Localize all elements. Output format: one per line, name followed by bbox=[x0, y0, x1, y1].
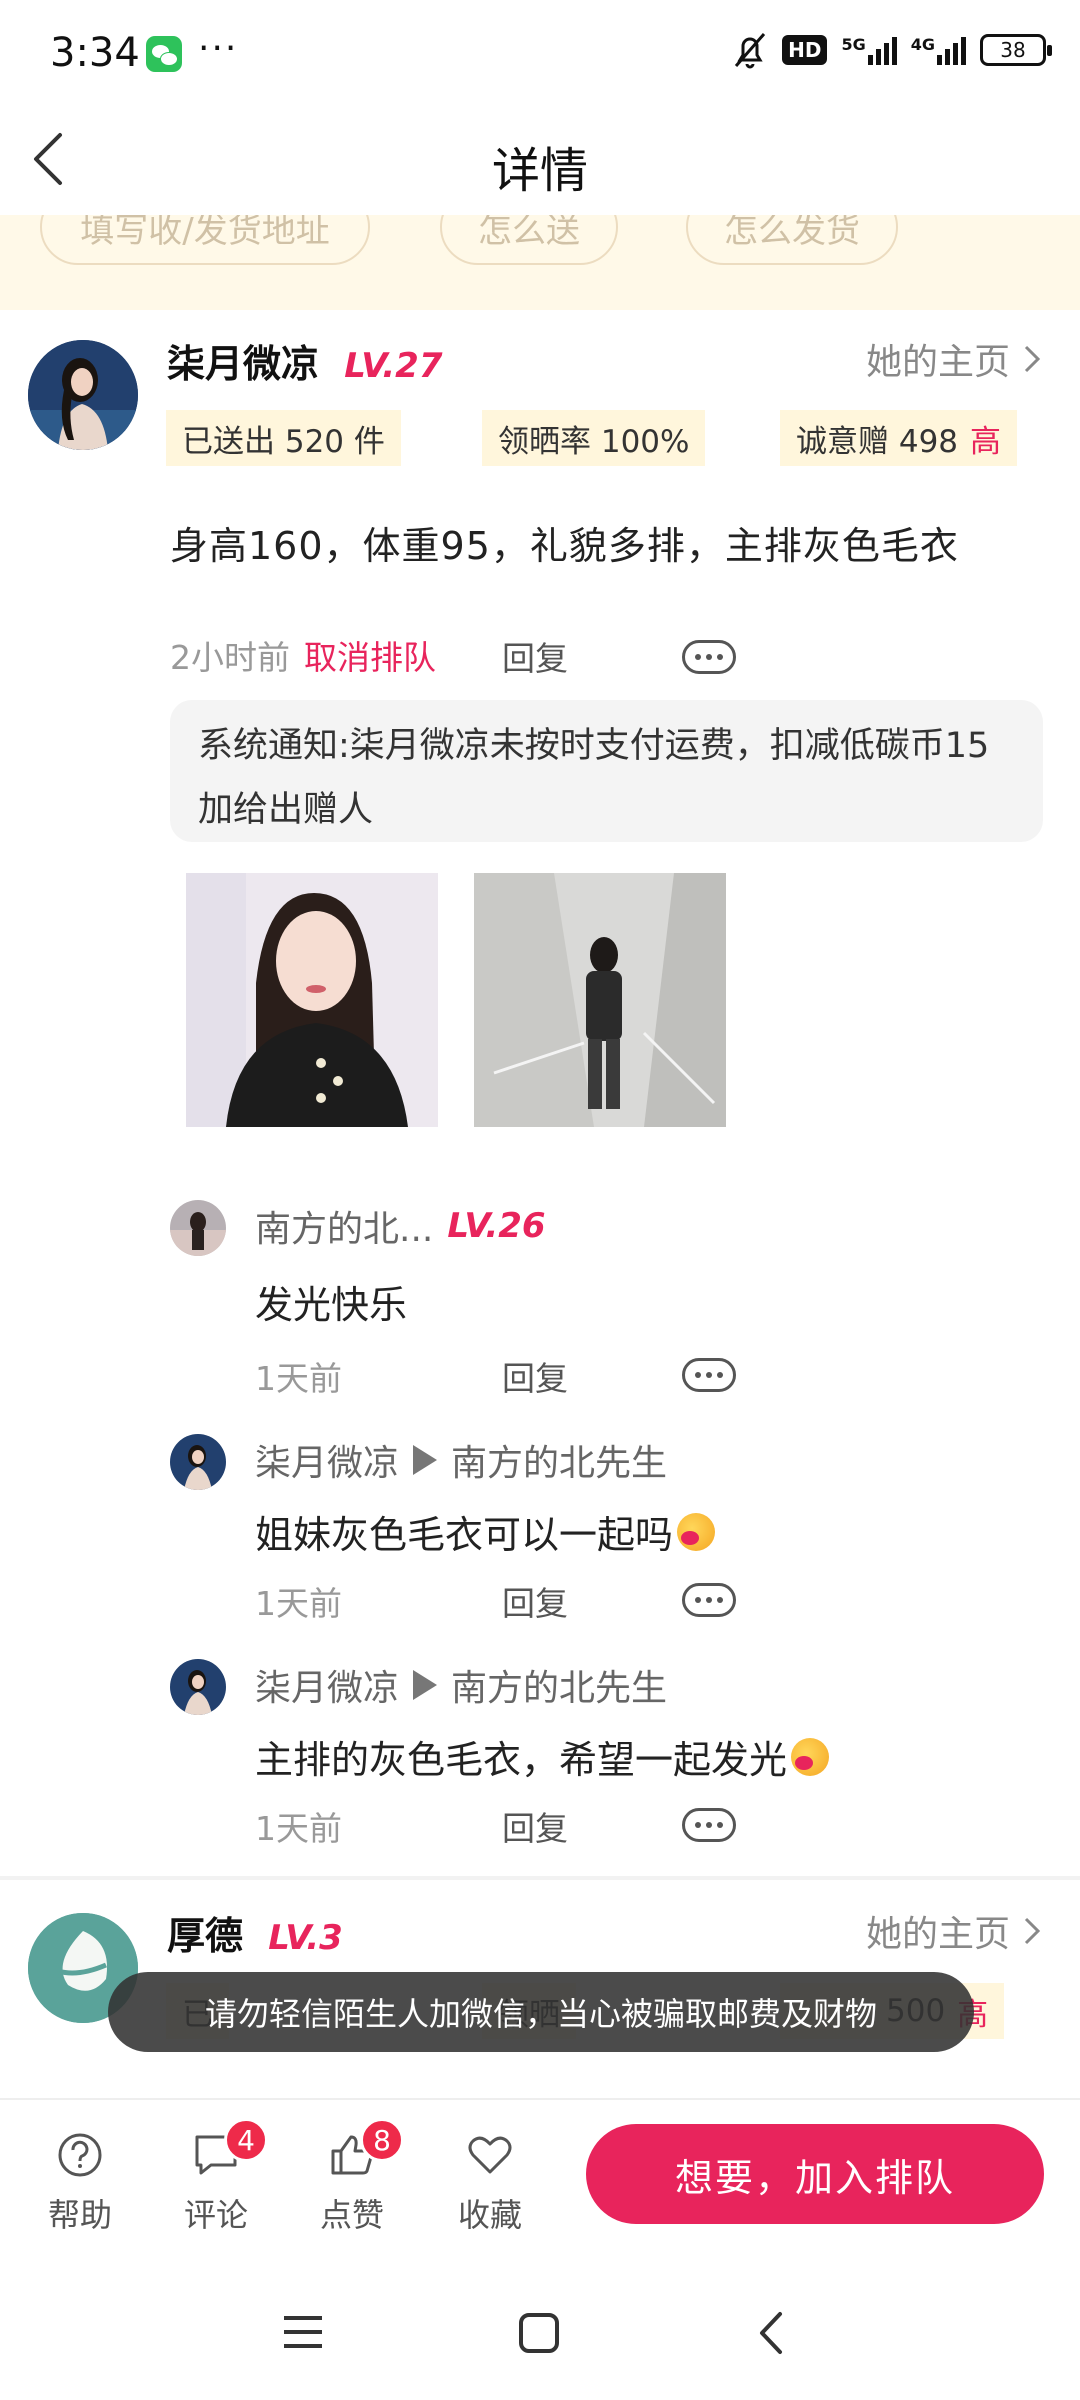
post-photo-2[interactable] bbox=[474, 873, 726, 1127]
like-count-badge: 8 bbox=[360, 2118, 404, 2162]
post-text: 身高160，体重95，礼貌多排，主排灰色毛衣 bbox=[170, 524, 959, 568]
stat-sent: 已送出 520 件 bbox=[166, 410, 401, 466]
comment-text-content: 发光快乐 bbox=[255, 1283, 408, 1327]
comment-reply-button[interactable]: 回复 bbox=[502, 1352, 568, 1400]
comment-avatar[interactable] bbox=[170, 1200, 226, 1256]
help-button[interactable]: 帮助 bbox=[30, 2120, 130, 2236]
poster-name[interactable]: 柒月微凉 bbox=[167, 342, 319, 386]
status-bar: 3:34 ··· HD 5G 4G 38 bbox=[0, 0, 1080, 105]
chevron-right-icon bbox=[1024, 1917, 1041, 1945]
reply-to-arrow-icon bbox=[413, 1670, 438, 1700]
battery-icon: 38 bbox=[980, 34, 1052, 66]
comment-label[interactable]: 评论 bbox=[166, 2190, 266, 2236]
comment-time: 1天前 bbox=[255, 1359, 342, 1398]
comment-button[interactable]: 4 评论 bbox=[166, 2118, 268, 2236]
poster-homepage-link[interactable]: 她的主页 bbox=[866, 333, 1042, 385]
homepage-label[interactable]: 她的主页 bbox=[866, 1905, 1010, 1957]
comment-text: 主排的灰色毛衣，希望一起发光 bbox=[255, 1729, 830, 1784]
post-photo-1[interactable] bbox=[186, 873, 438, 1127]
comment-author-name[interactable]: 柒月微凉 bbox=[255, 1659, 399, 1711]
comment-more-icon[interactable] bbox=[682, 1358, 736, 1392]
reply-to-arrow-icon bbox=[413, 1445, 438, 1475]
comment-time: 1天前 bbox=[255, 1809, 342, 1848]
comment-author[interactable]: 柒月微凉 南方的北先生 bbox=[255, 1659, 667, 1711]
tip-chip-address[interactable]: 填写收/发货地址 bbox=[40, 215, 370, 265]
post-meta-row: 2小时前 取消排队 bbox=[170, 630, 436, 680]
poster-avatar[interactable] bbox=[28, 340, 138, 450]
stat-show-rate: 领晒率 100% bbox=[482, 410, 706, 466]
comment-count-badge: 4 bbox=[224, 2118, 268, 2162]
home-icon[interactable] bbox=[518, 2312, 560, 2354]
help-icon bbox=[58, 2133, 102, 2177]
top-nav-bar: 详情 bbox=[0, 105, 1080, 215]
favorite-label[interactable]: 收藏 bbox=[440, 2190, 540, 2236]
status-indicators: HD 5G 4G 38 bbox=[732, 30, 1052, 70]
network-label-4g: 4G bbox=[910, 35, 935, 54]
poster-name[interactable]: 厚德 bbox=[167, 1914, 243, 1958]
post-reply-button[interactable]: 回复 bbox=[502, 632, 568, 680]
like-button[interactable]: 8 点赞 bbox=[302, 2118, 404, 2236]
tip-chip-how-to-give[interactable]: 怎么送 bbox=[440, 215, 618, 265]
comment-author[interactable]: 柒月微凉 南方的北先生 bbox=[255, 1434, 667, 1486]
poster-username[interactable]: 厚德 LV.3 bbox=[167, 1905, 343, 1960]
comment-level-badge: LV.26 bbox=[447, 1206, 546, 1246]
system-navigation-bar bbox=[0, 2268, 1080, 2400]
comment-avatar[interactable] bbox=[170, 1659, 226, 1715]
comment-author-name[interactable]: 南方的北... bbox=[255, 1200, 433, 1252]
heart-icon bbox=[468, 2136, 512, 2174]
poster-level-badge: LV.3 bbox=[268, 1918, 343, 1958]
comment-more-icon[interactable] bbox=[682, 1808, 736, 1842]
warning-toast: 请勿轻信陌生人加微信，当心被骗取邮费及财物 bbox=[108, 1972, 974, 2052]
menu-icon[interactable] bbox=[282, 2312, 324, 2352]
chevron-right-icon bbox=[1024, 345, 1041, 373]
tip-chip-how-to-ship[interactable]: 怎么发货 bbox=[686, 215, 898, 265]
emoji-icon bbox=[677, 1512, 716, 1551]
poster-homepage-link[interactable]: 她的主页 bbox=[866, 1905, 1042, 1957]
comment-text: 发光快乐 bbox=[255, 1274, 407, 1329]
hd-voice-icon: HD bbox=[782, 35, 828, 65]
post-divider bbox=[0, 1876, 1080, 1880]
poster-level-badge: LV.27 bbox=[344, 346, 443, 386]
comment-reply-button[interactable]: 回复 bbox=[502, 1577, 568, 1625]
back-icon[interactable] bbox=[756, 2310, 786, 2356]
favorite-button[interactable]: 收藏 bbox=[440, 2120, 540, 2236]
wechat-icon bbox=[146, 36, 182, 72]
mute-bell-icon bbox=[734, 33, 766, 69]
like-label[interactable]: 点赞 bbox=[302, 2190, 402, 2236]
comment-author[interactable]: 南方的北... LV.26 bbox=[255, 1200, 546, 1252]
comment-text-content: 主排的灰色毛衣，希望一起发光 bbox=[255, 1738, 788, 1782]
comment-time: 1天前 bbox=[255, 1584, 342, 1623]
signal-5g-icon: 5G bbox=[841, 35, 897, 65]
system-notice: 系统通知:柒月微凉未按时支付运费，扣减低碳币15加给出赠人 bbox=[170, 700, 1043, 842]
post-more-icon[interactable] bbox=[682, 640, 736, 674]
more-notifications-icon: ··· bbox=[198, 28, 239, 69]
stat-sincerity-value: 诚意赠 498 bbox=[796, 423, 959, 460]
comment-more-icon[interactable] bbox=[682, 1583, 736, 1617]
page-title: 详情 bbox=[491, 143, 588, 199]
stat-sincerity-tag: 高 bbox=[970, 423, 1002, 460]
signal-4g-icon: 4G bbox=[911, 35, 966, 65]
comment-text: 姐妹灰色毛衣可以一起吗 bbox=[255, 1504, 716, 1559]
comment-reply-target[interactable]: 南方的北先生 bbox=[451, 1659, 667, 1711]
homepage-label[interactable]: 她的主页 bbox=[866, 333, 1010, 385]
bottom-action-bar: 帮助 4 评论 8 点赞 收藏 想要，加入排队 bbox=[0, 2098, 1080, 2268]
help-tips-strip: 填写收/发货地址 怎么送 怎么发货 bbox=[0, 215, 1080, 310]
comment-avatar[interactable] bbox=[170, 1434, 226, 1490]
help-label[interactable]: 帮助 bbox=[30, 2190, 130, 2236]
join-queue-button[interactable]: 想要，加入排队 bbox=[586, 2124, 1044, 2224]
post-time: 2小时前 bbox=[170, 638, 290, 677]
stat-sincerity: 诚意赠 498 高 bbox=[780, 410, 1018, 466]
cancel-queue-button[interactable]: 取消排队 bbox=[304, 631, 436, 679]
comment-author-name[interactable]: 柒月微凉 bbox=[255, 1434, 399, 1486]
emoji-icon bbox=[791, 1737, 830, 1776]
comment-reply-button[interactable]: 回复 bbox=[502, 1802, 568, 1850]
poster-username[interactable]: 柒月微凉 LV.27 bbox=[167, 333, 442, 388]
comment-reply-target[interactable]: 南方的北先生 bbox=[451, 1434, 667, 1486]
status-time: 3:34 bbox=[50, 30, 140, 76]
comment-text-content: 姐妹灰色毛衣可以一起吗 bbox=[255, 1513, 674, 1557]
network-label-5g: 5G bbox=[841, 35, 866, 54]
